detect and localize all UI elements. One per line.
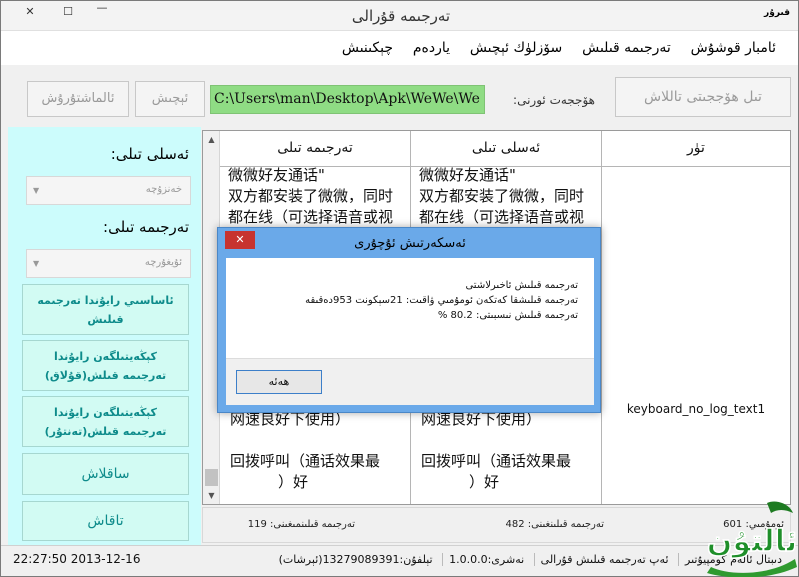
file-path-input[interactable]: C:\Users\man\Desktop\Apk\WeWe\We bbox=[210, 85, 485, 114]
brand-logo: ئالتۇن bbox=[706, 501, 798, 577]
translate-extended-area-ear-button[interactable]: كېڭەيتىلگەن رايۇندا تەرجىمە قىلش(قۇلاق) bbox=[22, 340, 189, 391]
cell-text: 微微好友通话" bbox=[228, 167, 325, 184]
cell-text: ）好 bbox=[469, 473, 500, 491]
status-app-name: ئەپ تەرجىمە قىلىش قۇرالى bbox=[533, 553, 675, 566]
save-button[interactable]: ساقلاش bbox=[22, 453, 189, 495]
target-language-value: ئۇيغۇرچە bbox=[144, 257, 182, 268]
target-language-label: تەرجىمە تىلى: bbox=[103, 218, 189, 236]
cell-text: 都在线（可选择语音或视 bbox=[228, 208, 394, 226]
close-button[interactable]: تاقاش bbox=[22, 501, 189, 541]
dialog-line-ratio: تەرجىمە قىلىش نىسبىتى: 80.2 % bbox=[437, 310, 578, 321]
dialog-body: تەرجىمە قىلىش ئاخىرلاشتى تەرجىمە قىلىشقا… bbox=[226, 258, 594, 405]
notification-dialog: ✕ ئەسكەرتىش ئۇچۇرى تەرجىمە قىلىش ئاخىرلا… bbox=[217, 227, 601, 413]
chevron-down-icon: ▼ bbox=[33, 259, 40, 268]
stat-translated: تەرجىمە قىلىنغىنى: 482 bbox=[505, 519, 604, 530]
window-close-icon[interactable]: ✕ bbox=[19, 4, 41, 20]
cell-text bbox=[421, 430, 595, 451]
column-header-translation[interactable]: تەرجىمە تىلى bbox=[220, 131, 411, 167]
menu-item-exit[interactable]: چېكىنىش bbox=[334, 31, 401, 56]
cell-text: 回拨呼叫（通话效果最 bbox=[230, 452, 381, 470]
menu-item-help[interactable]: ياردەم bbox=[405, 31, 458, 56]
dialog-ok-button[interactable]: ھەئە bbox=[236, 370, 322, 394]
window-title: تەرجىمە قۇرالى bbox=[351, 7, 451, 25]
app-window: ✕ ☐ — تەرجىمە قۇرالى قىرۇر ئامبار قوشۇش … bbox=[0, 0, 799, 577]
dialog-line-finished: تەرجىمە قىلىش ئاخىرلاشتى bbox=[465, 280, 578, 291]
app-icon: قىرۇر bbox=[764, 8, 790, 18]
source-language-value: خەنزۇچە bbox=[145, 184, 182, 195]
menu-item-add-store[interactable]: ئامبار قوشۇش bbox=[683, 31, 784, 56]
window-minimize-icon[interactable]: — bbox=[91, 0, 113, 16]
translate-basic-area-button[interactable]: ئاساسىي رايۇندا تەرجىمە قىلىش bbox=[22, 284, 189, 335]
source-language-label: ئەسلى تىلى: bbox=[110, 145, 189, 163]
status-datetime: 22:27:50 2013-12-16 bbox=[13, 552, 141, 566]
type-cell[interactable]: keyboard_no_log_text1 bbox=[602, 167, 790, 504]
title-bar: ✕ ☐ — تەرجىمە قۇرالى قىرۇر bbox=[1, 1, 798, 31]
menu-item-open-dictionary[interactable]: سۆزلۈك ئېچىش bbox=[462, 31, 570, 56]
dialog-footer: ھەئە bbox=[226, 358, 594, 405]
select-language-file-button[interactable]: تىل ھۆججىتى تاللاش bbox=[615, 77, 791, 117]
cell-text: 双方都安装了微微，同时 bbox=[228, 187, 394, 205]
cell-text: 微微好友通话" bbox=[419, 167, 516, 184]
type-keyword: keyboard_no_log_text1 bbox=[626, 402, 766, 416]
convert-button[interactable]: ئالماشتۇرۇش bbox=[27, 81, 129, 117]
status-phone: تېلفۇن:13279089391(ئېرشات) bbox=[278, 553, 433, 566]
logo-text: ئالتۇن bbox=[707, 524, 797, 559]
dialog-line-time: تەرجىمە قىلىشقا كەتكەن ئومۇمىي ۋاقىت: 21… bbox=[305, 295, 578, 306]
cell-text: 双方都安装了微微，同时 bbox=[419, 187, 585, 205]
menu-bar: ئامبار قوشۇش تەرجىمە قىلىش سۆزلۈك ئېچىش … bbox=[1, 31, 798, 65]
cell-text bbox=[230, 430, 404, 451]
menu-item-translate[interactable]: تەرجىمە قىلىش bbox=[574, 31, 679, 56]
scroll-down-icon[interactable]: ▼ bbox=[203, 487, 220, 504]
chevron-down-icon: ▼ bbox=[33, 186, 40, 195]
cell-text: ）好 bbox=[278, 473, 309, 491]
source-language-select[interactable]: خەنزۇچە ▼ bbox=[26, 176, 191, 205]
scroll-thumb[interactable] bbox=[205, 469, 218, 486]
translate-extended-area-body-button[interactable]: كېڭەيتىلگەن رايۇندا تەرجىمە قىلش(تەنتۇر) bbox=[22, 396, 189, 447]
scroll-up-icon[interactable]: ▲ bbox=[203, 131, 220, 148]
window-maximize-icon[interactable]: ☐ bbox=[57, 4, 79, 20]
cell-text: 回拨呼叫（通话效果最 bbox=[421, 452, 572, 470]
dialog-title: ئەسكەرتىش ئۇچۇرى bbox=[354, 236, 466, 251]
status-version: نەشرى:1.0.0.0 bbox=[442, 553, 531, 566]
stat-untranslated: تەرجىمە قىلىنمىغىنى: 119 bbox=[247, 519, 355, 530]
open-button[interactable]: ئېچىش bbox=[135, 81, 205, 117]
toolbar: تىل ھۆججىتى تاللاش ھۆججەت ئورنى: C:\User… bbox=[1, 65, 798, 125]
target-language-select[interactable]: ئۇيغۇرچە ▼ bbox=[26, 249, 191, 278]
cell-text: 都在线（可选择语音或视 bbox=[419, 208, 585, 226]
dialog-message: تەرجىمە قىلىش ئاخىرلاشتى تەرجىمە قىلىشقا… bbox=[305, 278, 578, 323]
column-header-original[interactable]: ئەسلى تىلى bbox=[411, 131, 602, 167]
file-path-label: ھۆججەت ئورنى: bbox=[513, 93, 595, 107]
status-bar: 22:27:50 2013-12-16 دىبتال ئالەم كومپيۇت… bbox=[1, 545, 798, 576]
column-header-type[interactable]: تۈر bbox=[602, 131, 790, 167]
language-panel: ئەسلى تىلى: خەنزۇچە ▼ تەرجىمە تىلى: ئۇيغ… bbox=[8, 127, 201, 547]
